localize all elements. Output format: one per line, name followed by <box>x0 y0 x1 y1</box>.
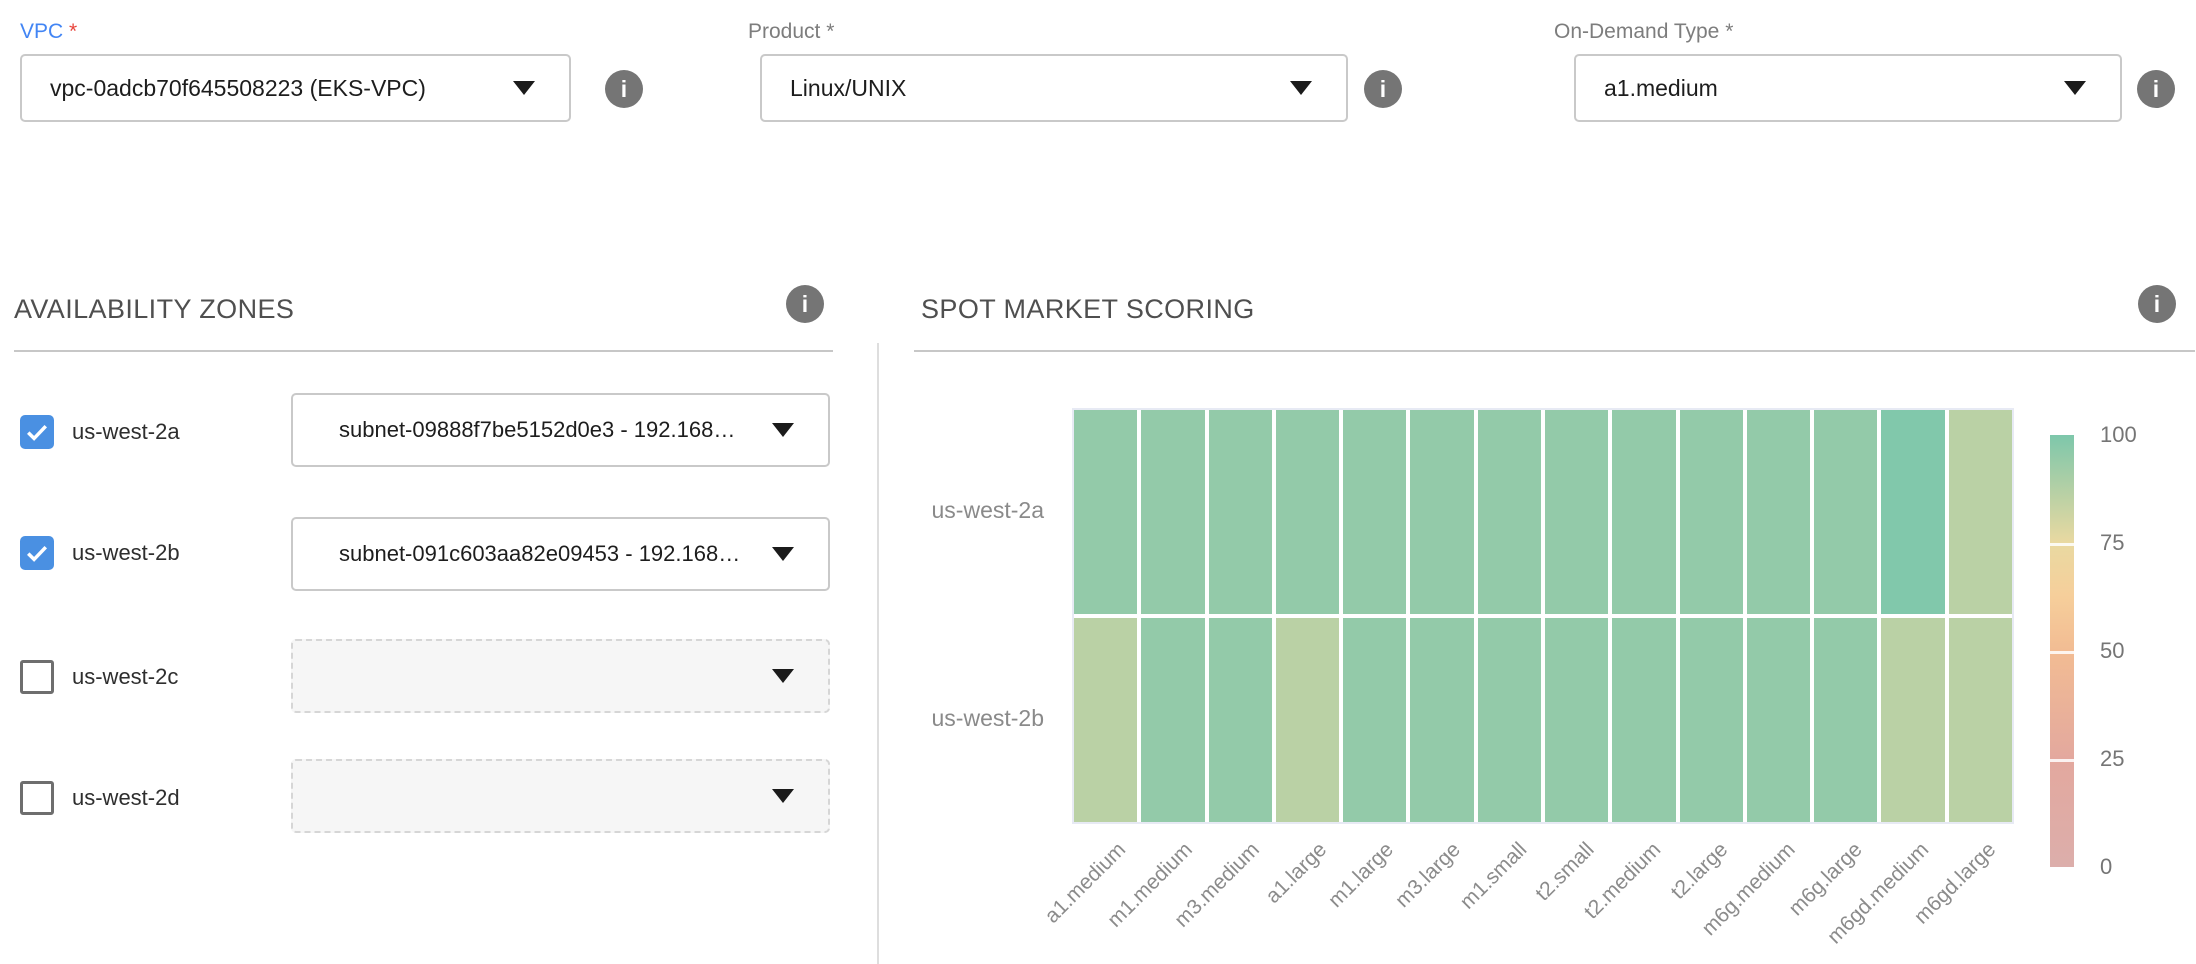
section-vertical-divider <box>877 343 879 964</box>
availability-zones-divider <box>14 350 833 352</box>
heatmap-cell-us-west-2a-m1.large <box>1343 410 1406 614</box>
heatmap-cell-us-west-2b-m3.large <box>1410 618 1473 822</box>
spot-configuration-page: VPC * vpc-0adcb70f645508223 (EKS-VPC) i … <box>0 0 2196 964</box>
heatmap-cell-us-west-2a-m3.large <box>1410 410 1473 614</box>
heatmap-cell-us-west-2a-a1.medium <box>1074 410 1137 614</box>
heatmap-cell-us-west-2b-t2.medium <box>1612 618 1675 822</box>
heatmap-column-label-m1.large: m1.large <box>1324 838 1399 913</box>
on-demand-type-select-value: a1.medium <box>1576 75 2064 102</box>
product-info-icon[interactable]: i <box>1364 70 1402 108</box>
heatmap-cell-us-west-2a-m6g.large <box>1814 410 1877 614</box>
heatmap-cell-us-west-2b-m1.small <box>1478 618 1541 822</box>
heatmap-cell-us-west-2a-t2.large <box>1680 410 1743 614</box>
az-checkbox-us-west-2a[interactable] <box>20 415 54 449</box>
heatmap-cell-us-west-2a-m1.medium <box>1141 410 1204 614</box>
heatmap-cell-us-west-2b-m1.medium <box>1141 618 1204 822</box>
spot-market-scoring-title: SPOT MARKET SCORING <box>921 294 1255 325</box>
heatmap-cell-us-west-2a-t2.small <box>1545 410 1608 614</box>
heatmap-column-label-a1.large: a1.large <box>1261 838 1332 909</box>
az-subnet-value: subnet-091c603aa82e09453 - 192.168… <box>293 541 772 567</box>
vpc-select-value: vpc-0adcb70f645508223 (EKS-VPC) <box>22 75 513 102</box>
product-label: Product * <box>748 20 834 44</box>
az-subnet-select-us-west-2b[interactable]: subnet-091c603aa82e09453 - 192.168… <box>291 517 830 591</box>
heatmap-cell-us-west-2b-m6gd.medium <box>1881 618 1944 822</box>
on-demand-type-select[interactable]: a1.medium <box>1574 54 2122 122</box>
vpc-label-text: VPC <box>20 20 63 43</box>
heatmap-column-label-t2.large: t2.large <box>1667 838 1734 905</box>
on-demand-type-required-asterisk: * <box>1725 20 1733 43</box>
heatmap-cell-us-west-2a-m6g.medium <box>1747 410 1810 614</box>
heatmap-cell-us-west-2b-m6g.medium <box>1747 618 1810 822</box>
az-subnet-select-us-west-2d[interactable] <box>291 759 830 833</box>
product-select[interactable]: Linux/UNIX <box>760 54 1348 122</box>
on-demand-type-label: On-Demand Type * <box>1554 20 1733 44</box>
az-zone-label: us-west-2b <box>72 536 180 570</box>
spot-market-scoring-info-icon[interactable]: i <box>2138 285 2176 323</box>
az-subnet-caret-down-icon <box>772 789 794 803</box>
colorbar-tick-label-25: 25 <box>2100 746 2124 772</box>
az-subnet-caret-down-icon <box>772 669 794 683</box>
heatmap-row-label-us-west-2a: us-west-2a <box>932 497 1044 524</box>
checkmark-icon <box>23 418 51 446</box>
heatmap-cell-us-west-2a-m1.small <box>1478 410 1541 614</box>
colorbar-tick-line <box>2050 651 2074 654</box>
az-zone-label: us-west-2d <box>72 781 180 815</box>
heatmap-cell-us-west-2a-a1.large <box>1276 410 1339 614</box>
heatmap-row-label-us-west-2b: us-west-2b <box>932 705 1044 732</box>
checkmark-icon <box>23 539 51 567</box>
heatmap-cell-us-west-2b-a1.large <box>1276 618 1339 822</box>
vpc-info-icon[interactable]: i <box>605 70 643 108</box>
vpc-select[interactable]: vpc-0adcb70f645508223 (EKS-VPC) <box>20 54 571 122</box>
az-subnet-caret-down-icon <box>772 547 794 561</box>
colorbar-tick-label-0: 0 <box>2100 854 2112 880</box>
availability-zones-title: AVAILABILITY ZONES <box>14 294 294 325</box>
colorbar-tick-line <box>2050 759 2074 762</box>
heatmap-cell-us-west-2b-m1.large <box>1343 618 1406 822</box>
colorbar-tick-label-100: 100 <box>2100 422 2137 448</box>
vpc-required-asterisk: * <box>69 20 77 43</box>
product-required-asterisk: * <box>826 20 834 43</box>
availability-zones-info-icon[interactable]: i <box>786 285 824 323</box>
az-subnet-select-us-west-2c[interactable] <box>291 639 830 713</box>
spot-market-heatmap <box>1072 408 2014 824</box>
heatmap-cell-us-west-2b-m6gd.large <box>1949 618 2012 822</box>
az-zone-label: us-west-2a <box>72 415 180 449</box>
colorbar-tick-line <box>2050 543 2074 546</box>
on-demand-type-info-icon[interactable]: i <box>2137 70 2175 108</box>
az-checkbox-us-west-2c[interactable] <box>20 660 54 694</box>
heatmap-cell-us-west-2a-m6gd.medium <box>1881 410 1944 614</box>
heatmap-cell-us-west-2b-t2.large <box>1680 618 1743 822</box>
heatmap-cell-us-west-2b-m3.medium <box>1209 618 1272 822</box>
az-subnet-value: subnet-09888f7be5152d0e3 - 192.168… <box>293 417 772 443</box>
on-demand-type-caret-down-icon <box>2064 81 2086 95</box>
az-checkbox-us-west-2b[interactable] <box>20 536 54 570</box>
az-checkbox-us-west-2d[interactable] <box>20 781 54 815</box>
heatmap-cell-us-west-2a-t2.medium <box>1612 410 1675 614</box>
heatmap-cell-us-west-2a-m3.medium <box>1209 410 1272 614</box>
heatmap-cell-us-west-2a-m6gd.large <box>1949 410 2012 614</box>
heatmap-colorbar <box>2050 435 2074 867</box>
colorbar-tick-label-75: 75 <box>2100 530 2124 556</box>
product-select-value: Linux/UNIX <box>762 75 1290 102</box>
heatmap-cell-us-west-2b-a1.medium <box>1074 618 1137 822</box>
az-zone-label: us-west-2c <box>72 660 178 694</box>
vpc-label: VPC * <box>20 20 77 44</box>
az-subnet-caret-down-icon <box>772 423 794 437</box>
vpc-caret-down-icon <box>513 81 535 95</box>
product-caret-down-icon <box>1290 81 1312 95</box>
heatmap-cell-us-west-2b-t2.small <box>1545 618 1608 822</box>
product-label-text: Product <box>748 20 820 43</box>
heatmap-column-label-m3.large: m3.large <box>1391 838 1466 913</box>
heatmap-cell-us-west-2b-m6g.large <box>1814 618 1877 822</box>
colorbar-tick-label-50: 50 <box>2100 638 2124 664</box>
spot-market-scoring-divider <box>914 350 2195 352</box>
az-subnet-select-us-west-2a[interactable]: subnet-09888f7be5152d0e3 - 192.168… <box>291 393 830 467</box>
on-demand-type-label-text: On-Demand Type <box>1554 20 1719 43</box>
heatmap-column-label-m1.small: m1.small <box>1456 838 1532 914</box>
